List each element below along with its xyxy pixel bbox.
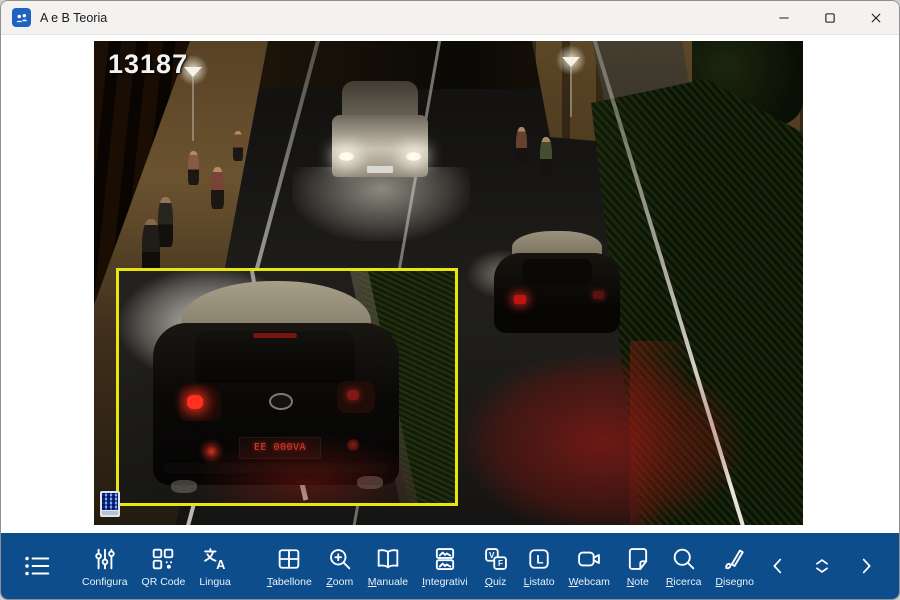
list-icon [22,551,52,581]
configura-button[interactable]: Configura [75,535,135,597]
menu-button[interactable] [15,535,59,597]
taillight-glow [153,417,458,506]
letter-l-square-icon: L [525,545,553,573]
front-plate [367,166,393,173]
expand-button[interactable] [805,544,839,588]
note-page-icon [624,545,652,573]
previous-button[interactable] [761,544,795,588]
search-icon [670,545,698,573]
ricerca-button[interactable]: Ricerca [659,535,709,597]
toolbar-nav-group [761,544,900,588]
button-label: Manuale [368,576,408,588]
qr-code-icon [149,545,177,573]
lamp-pole [192,75,194,141]
headlight [406,152,421,161]
car-badge [269,393,293,410]
brake-light [253,333,297,338]
lingua-button[interactable]: A Lingua [192,535,238,597]
rear-window [195,331,355,383]
webcam-button[interactable]: Webcam [562,535,617,597]
slides-icon [431,545,459,573]
qr-code-button[interactable]: QR Code [135,535,193,597]
stamp-pixels [102,493,118,510]
minimize-button[interactable] [761,1,807,34]
maximize-icon [819,7,841,29]
return-button[interactable] [893,544,900,588]
button-label: QR Code [142,576,186,588]
pedestrian [516,127,527,165]
taillight-right [337,381,375,413]
zoom-in-icon [326,545,354,573]
lamp-pole [570,65,572,117]
headlight-beam [292,167,470,241]
window-title: A e B Teoria [40,11,107,25]
button-label: Lingua [199,576,231,588]
highlight-box: EE 000VA [116,268,458,506]
next-button[interactable] [849,544,883,588]
zoom-button[interactable]: Zoom [319,535,361,597]
chevrons-up-down-icon [811,553,833,579]
headlight [339,152,354,161]
button-label: Zoom [326,576,353,588]
pedestrian [188,151,199,185]
button-label: Integrativi [422,576,468,588]
grid-icon [275,545,303,573]
svg-text:F: F [498,559,503,568]
stamp-base [102,511,118,515]
video-camera-icon [575,545,603,573]
car-ahead [494,231,620,333]
button-label: Quiz [485,576,507,588]
toolbar-main-group: Tabellone Zoom Manuale [260,535,761,597]
pedestrian [233,131,243,161]
pedestrian [158,197,173,247]
chevron-left-icon [767,553,789,579]
sliders-icon [91,545,119,573]
pen-icon [721,545,749,573]
maximize-button[interactable] [807,1,853,34]
window-controls [761,1,899,34]
quiz-scene-image: EE 000VA 13187 [94,41,803,525]
tabellone-button[interactable]: Tabellone [260,535,319,597]
pedestrian [211,167,224,209]
title-bar: A e B Teoria [1,1,899,35]
note-button[interactable]: Note [617,535,659,597]
open-book-icon [374,545,402,573]
integrativi-button[interactable]: Integrativi [415,535,475,597]
button-label: Webcam [569,576,610,588]
rear-window [522,259,592,285]
chevron-right-icon [855,553,877,579]
button-label: Ricerca [666,576,702,588]
lamp-head [562,57,580,67]
taillight-glow [416,324,788,525]
translate-icon: A [201,545,229,573]
button-label: Listato [524,576,555,588]
true-false-icon: V F [482,545,510,573]
listato-button[interactable]: L Listato [517,535,562,597]
taillight-bulb [347,390,359,400]
button-label: Tabellone [267,576,312,588]
close-button[interactable] [853,1,899,34]
svg-text:L: L [536,553,543,566]
manuale-button[interactable]: Manuale [361,535,415,597]
question-number: 13187 [108,49,188,80]
pedestrian [540,137,552,177]
disegno-button[interactable]: Disegno [708,535,761,597]
people-icon [12,8,31,27]
quiz-button[interactable]: V F Quiz [475,535,517,597]
minimize-icon [773,7,795,29]
svg-text:A: A [216,556,225,571]
oncoming-car [332,81,428,177]
taillight-bulb [187,395,203,409]
app-window: A e B Teoria [0,0,900,600]
taillight [514,295,526,304]
thumbnail-stamp-icon [100,491,120,517]
close-icon [865,7,887,29]
taillight [593,291,604,299]
button-label: Note [627,576,649,588]
taillight-left [179,385,221,421]
button-label: Disegno [715,576,754,588]
button-label: Configura [82,576,128,588]
toolbar: Configura QR Code A Lingua [1,533,899,599]
